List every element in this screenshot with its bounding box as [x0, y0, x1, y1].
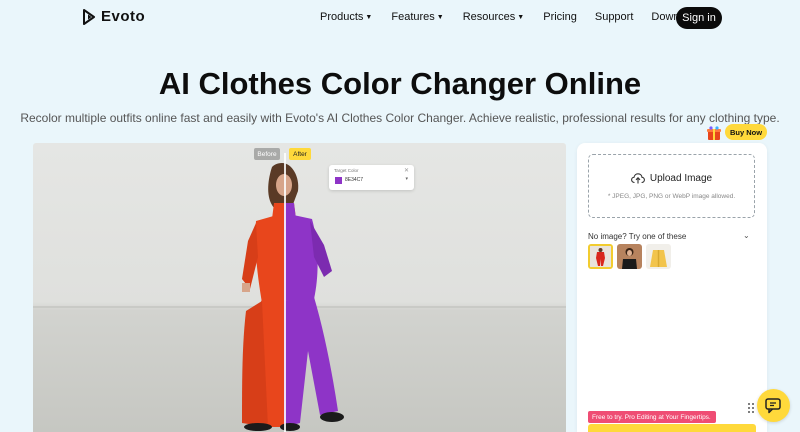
before-after-demo[interactable]: Before After Target Color ✕ 8E34C7 ▾	[33, 143, 566, 432]
before-after-divider[interactable]	[284, 153, 286, 432]
before-badge: Before	[254, 148, 280, 160]
evoto-logo-icon	[83, 8, 95, 25]
after-badge: After	[289, 148, 311, 160]
upload-panel: Upload Image * JPEG, JPG, PNG or WebP im…	[577, 143, 767, 432]
top-nav: Evoto Products ▼ Features ▼ Resources ▼ …	[0, 0, 800, 36]
sample-image	[590, 246, 611, 267]
caret-down-icon: ▼	[365, 13, 373, 21]
drag-grip-icon[interactable]	[747, 402, 755, 414]
logo-text: Evoto	[101, 8, 146, 25]
sample-thumb-black-top[interactable]	[617, 244, 642, 269]
chevron-down-icon: ▾	[405, 176, 408, 182]
gift-icon	[707, 126, 721, 140]
nav-item-label: Resources	[462, 11, 516, 23]
chevron-down-icon[interactable]: ⌄	[743, 231, 750, 240]
nav-item-support[interactable]: Support	[595, 11, 634, 23]
page-title: AI Clothes Color Changer Online	[158, 66, 642, 101]
nav-item-label: Features	[391, 11, 435, 23]
sample-thumb-yellow-jacket[interactable]	[646, 244, 671, 269]
sample-image	[617, 244, 642, 269]
target-color-label: Target Color	[334, 168, 359, 173]
logo[interactable]: Evoto	[82, 8, 145, 25]
chat-button[interactable]	[757, 389, 790, 422]
nav-item-resources[interactable]: Resources ▼	[463, 11, 525, 23]
sample-images-label: No image? Try one of these	[588, 232, 687, 241]
buy-now-button[interactable]: Buy Now	[725, 124, 767, 140]
promo-badge: Free to try. Pro Editing at Your Fingert…	[588, 411, 716, 423]
sample-thumb-red-outfit[interactable]	[588, 244, 613, 269]
nav-item-products[interactable]: Products ▼	[320, 11, 372, 23]
model-photo	[242, 163, 344, 431]
nav-item-pricing[interactable]: Pricing	[543, 11, 577, 23]
sample-image	[646, 244, 671, 269]
nav-item-features[interactable]: Features ▼	[391, 11, 443, 23]
upload-button[interactable]: Upload Image	[589, 173, 754, 184]
upload-button-label: Upload Image	[649, 173, 713, 184]
cloud-upload-icon	[630, 173, 645, 184]
color-swatch	[335, 177, 342, 184]
nav-links: Products ▼ Features ▼ Resources ▼ Pricin…	[320, 11, 700, 23]
try-free-button[interactable]	[588, 424, 756, 432]
nav-item-label: Support	[594, 11, 634, 23]
target-color-card: Target Color ✕ 8E34C7 ▾	[329, 165, 414, 190]
caret-down-icon: ▼	[517, 13, 525, 21]
nav-item-label: Pricing	[543, 11, 577, 23]
close-icon: ✕	[403, 168, 409, 174]
caret-down-icon: ▼	[436, 13, 444, 21]
target-color-value: 8E34C7	[345, 177, 364, 183]
upload-dropzone[interactable]: Upload Image * JPEG, JPG, PNG or WebP im…	[588, 154, 755, 218]
page-subtitle: Recolor multiple outfits online fast and…	[20, 111, 780, 125]
sign-in-button[interactable]: Sign in	[676, 7, 722, 29]
chat-icon	[764, 397, 781, 413]
upload-hint: * JPEG, JPG, PNG or WebP image allowed.	[607, 193, 736, 200]
nav-item-label: Products	[320, 11, 364, 23]
